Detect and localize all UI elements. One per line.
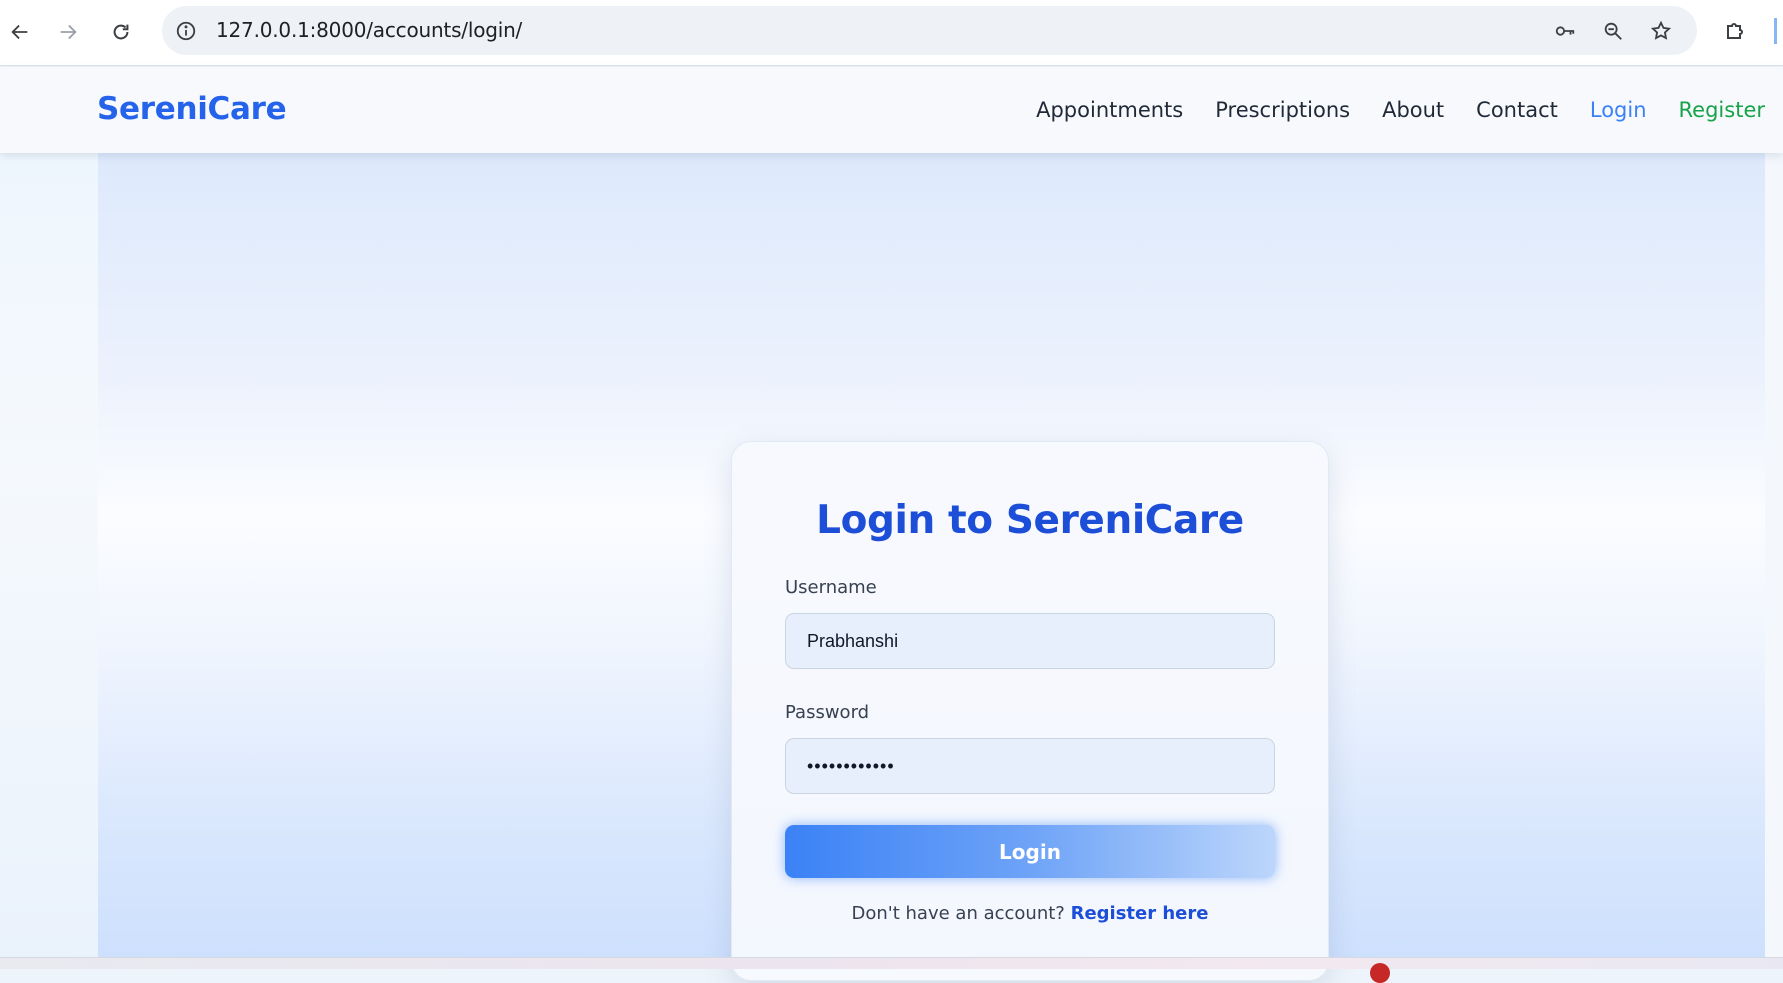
nav-register[interactable]: Register <box>1679 98 1765 122</box>
nav-login[interactable]: Login <box>1590 98 1647 122</box>
register-here-link[interactable]: Register here <box>1071 903 1209 924</box>
site-info-icon[interactable] <box>174 19 198 43</box>
register-prompt: Don't have an account? Register here <box>732 903 1328 924</box>
taskbar-strip <box>0 957 1783 983</box>
nav-about[interactable]: About <box>1382 98 1444 122</box>
page-left-gutter <box>0 153 98 957</box>
star-icon[interactable] <box>1646 16 1676 46</box>
nav-appointments[interactable]: Appointments <box>1036 98 1183 122</box>
browser-toolbar: 127.0.0.1:8000/accounts/login/ <box>0 0 1783 66</box>
extensions-icon[interactable] <box>1720 14 1752 46</box>
main-nav: Appointments Prescriptions About Contact… <box>1036 98 1765 122</box>
main-content: Login to SereniCare Username Password Lo… <box>98 153 1765 981</box>
forward-arrow-icon[interactable] <box>48 12 88 52</box>
reload-icon[interactable] <box>101 12 141 52</box>
nav-prescriptions[interactable]: Prescriptions <box>1215 98 1350 122</box>
page-right-gutter <box>1765 153 1783 957</box>
nav-contact[interactable]: Contact <box>1476 98 1558 122</box>
brand-logo[interactable]: SereniCare <box>97 91 287 127</box>
key-icon[interactable] <box>1550 16 1580 46</box>
address-bar[interactable]: 127.0.0.1:8000/accounts/login/ <box>162 6 1697 55</box>
username-label: Username <box>785 577 877 598</box>
password-input[interactable] <box>785 738 1275 794</box>
login-button[interactable]: Login <box>785 825 1275 878</box>
zoom-icon[interactable] <box>1598 16 1628 46</box>
login-card: Login to SereniCare Username Password Lo… <box>731 441 1329 981</box>
taskbar-notification-dot <box>1370 963 1390 983</box>
register-prompt-text: Don't have an account? <box>851 903 1065 924</box>
url-text[interactable]: 127.0.0.1:8000/accounts/login/ <box>216 18 522 42</box>
password-label: Password <box>785 702 870 723</box>
toolbar-edge <box>1774 18 1777 44</box>
back-arrow-icon[interactable] <box>0 12 40 52</box>
site-header: SereniCare Appointments Prescriptions Ab… <box>0 67 1783 153</box>
login-title: Login to SereniCare <box>816 498 1244 543</box>
username-input[interactable] <box>785 613 1275 669</box>
